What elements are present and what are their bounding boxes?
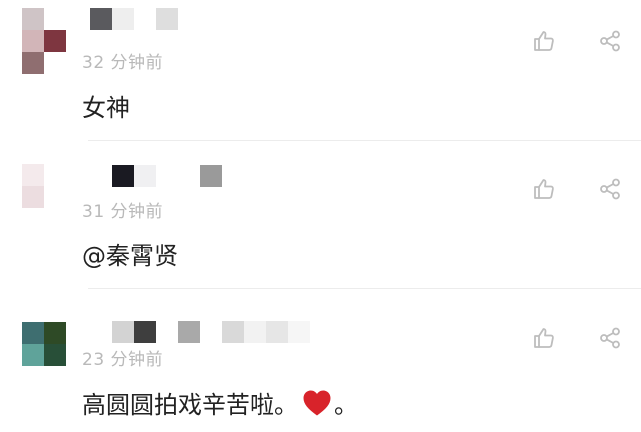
avatar-mosaic-cell — [44, 164, 66, 186]
avatar-mosaic-cell — [44, 30, 66, 52]
share-button[interactable] — [596, 175, 624, 203]
avatar-mosaic-cell — [22, 344, 44, 366]
thumbs-up-icon — [534, 179, 554, 199]
avatar-mosaic-cell — [22, 30, 44, 52]
comment-text: @秦霄贤 — [82, 242, 178, 270]
share-icon — [600, 30, 620, 52]
comment-timestamp: 31 分钟前 — [82, 202, 164, 222]
avatar-mosaic-cell — [22, 52, 44, 74]
avatar[interactable] — [22, 8, 66, 52]
comment-timestamp: 23 分钟前 — [82, 350, 164, 370]
share-icon — [600, 327, 620, 349]
avatar[interactable] — [22, 322, 66, 366]
avatar-mosaic-cell — [22, 186, 44, 208]
avatar-mosaic-cell — [44, 186, 66, 208]
username-redacted[interactable] — [112, 165, 222, 187]
thumbs-up-icon — [534, 328, 554, 348]
avatar-mosaic-cell — [44, 344, 66, 366]
like-button[interactable] — [530, 324, 558, 352]
avatar-mosaic-cell — [22, 322, 44, 344]
thumbs-up-icon — [534, 31, 554, 51]
avatar-mosaic-cell — [44, 322, 66, 344]
divider — [88, 140, 641, 141]
avatar-mosaic-cell — [22, 164, 44, 186]
comment-text: 高圆圆拍戏辛苦啦。 — [82, 391, 298, 419]
like-button[interactable] — [530, 175, 558, 203]
avatar-lower — [22, 52, 66, 74]
comment-text: 女神 — [82, 94, 130, 122]
avatar[interactable] — [22, 164, 66, 208]
username-redacted[interactable] — [112, 321, 310, 343]
share-button[interactable] — [596, 324, 624, 352]
share-icon — [600, 178, 620, 200]
like-button[interactable] — [530, 27, 558, 55]
heart-emoji — [303, 390, 331, 416]
share-button[interactable] — [596, 27, 624, 55]
comment-timestamp: 32 分钟前 — [82, 53, 164, 73]
comment-text-container: 高圆圆拍戏辛苦啦。 。 — [82, 385, 358, 420]
comment-text-trailing: 。 — [334, 391, 358, 419]
avatar-mosaic-cell — [44, 8, 66, 30]
avatar-mosaic-cell — [22, 8, 44, 30]
divider — [88, 288, 641, 289]
username-redacted[interactable] — [90, 8, 178, 30]
